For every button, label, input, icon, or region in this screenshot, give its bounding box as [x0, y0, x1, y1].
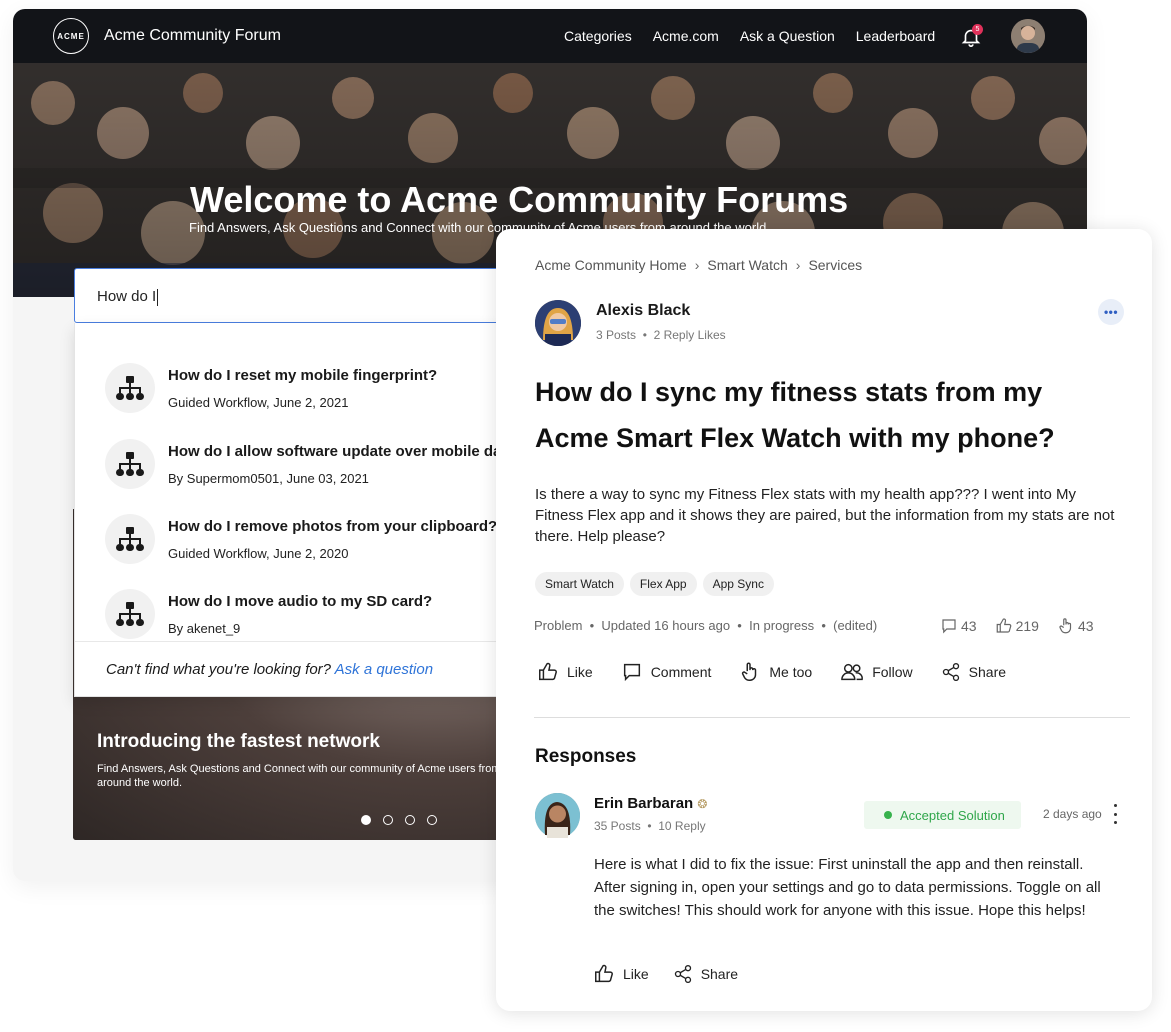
carousel-dot-4[interactable] — [427, 815, 437, 825]
comment-icon — [623, 663, 640, 682]
question-title: How do I sync my fitness stats from my A… — [535, 377, 1055, 453]
post-actions: Like Comment Me too Follow Share — [537, 661, 1034, 683]
suggestion-subtitle: Guided Workflow, June 2, 2020 — [168, 546, 349, 561]
hand-pointer-icon — [742, 662, 757, 681]
carousel-dot-1[interactable] — [361, 815, 371, 825]
responder-meta: 35 Posts • 10 Reply — [594, 819, 706, 833]
nav-categories[interactable]: Categories — [564, 28, 632, 44]
user-avatar[interactable] — [1011, 19, 1045, 53]
hero-title: Welcome to Acme Community Forums — [190, 179, 849, 220]
carousel-dot-2[interactable] — [383, 815, 393, 825]
post-status-meta: Problem • Updated 16 hours ago • In prog… — [534, 618, 878, 633]
workflow-hierarchy-icon — [105, 589, 155, 639]
tag-flex-app[interactable]: Flex App — [629, 572, 697, 596]
author-meta: 3 Posts • 2 Reply Likes — [596, 328, 726, 342]
response-actions: Like Share — [593, 963, 762, 985]
responses-heading: Responses — [535, 746, 637, 767]
chevron-right-icon: › — [694, 257, 700, 273]
text-caret — [157, 288, 159, 306]
post-status: In progress — [749, 618, 815, 633]
response-body: Here is what I did to fix the issue: Fir… — [594, 856, 1101, 919]
post-stats: 43 219 43 — [940, 617, 1094, 635]
suggestion-title: How do I allow software update over mobi… — [168, 443, 524, 460]
notification-badge: 5 — [972, 24, 983, 35]
hand-pointer-icon — [1059, 618, 1072, 634]
workflow-hierarchy-icon — [105, 439, 155, 489]
top-navigation-bar: ACME Acme Community Forum Categories Acm… — [13, 9, 1087, 63]
carousel-dot-3[interactable] — [405, 815, 415, 825]
like-count: 219 — [995, 617, 1039, 635]
response-share-button[interactable]: Share — [673, 963, 738, 985]
suggestion-subtitle: Guided Workflow, June 2, 2021 — [168, 395, 349, 410]
me-too-button[interactable]: Me too — [739, 661, 812, 683]
tag-smart-watch[interactable]: Smart Watch — [535, 572, 624, 596]
share-icon — [942, 663, 959, 681]
breadcrumb: Acme Community Home › Smart Watch › Serv… — [535, 257, 862, 273]
tag-list: Smart Watch Flex App App Sync — [535, 572, 774, 596]
ask-question-link[interactable]: Ask a question — [335, 661, 433, 678]
more-options-icon[interactable]: ••• — [1098, 299, 1124, 325]
author-name[interactable]: Alexis Black — [596, 302, 690, 320]
response-like-button[interactable]: Like — [593, 963, 649, 985]
workflow-hierarchy-icon — [105, 514, 155, 564]
author-avatar[interactable] — [535, 300, 581, 346]
main-nav: Categories Acme.com Ask a Question Leade… — [564, 28, 956, 44]
share-icon — [674, 965, 691, 983]
response-timestamp: 2 days ago — [1043, 807, 1102, 821]
responder-avatar[interactable] — [535, 793, 580, 838]
carousel-title: Introducing the fastest network — [97, 731, 380, 752]
nav-ask-question[interactable]: Ask a Question — [740, 28, 835, 44]
carousel-dots — [361, 815, 437, 825]
accepted-dot-icon — [884, 811, 892, 819]
tag-app-sync[interactable]: App Sync — [702, 572, 774, 596]
thumbs-up-icon — [595, 964, 613, 983]
carousel-subtitle: Find Answers, Ask Questions and Connect … — [97, 763, 501, 789]
post-type: Problem — [534, 618, 583, 633]
rank-badge-icon: ❂ — [697, 797, 708, 811]
suggestion-subtitle: By akenet_9 — [168, 621, 241, 636]
acme-logo[interactable]: ACME — [53, 18, 89, 54]
breadcrumb-services[interactable]: Services — [808, 257, 862, 273]
responder-name[interactable]: Erin Barbaran ❂ — [594, 795, 707, 812]
question-detail-card: Acme Community Home › Smart Watch › Serv… — [496, 229, 1152, 1011]
nav-acme-com[interactable]: Acme.com — [653, 28, 719, 44]
search-query[interactable]: How do I — [97, 288, 159, 306]
follow-button[interactable]: Follow — [840, 661, 913, 683]
suggestion-title: How do I reset my mobile fingerprint? — [168, 367, 438, 384]
cant-find-text: Can't find what you're looking for? — [106, 661, 332, 678]
like-button[interactable]: Like — [537, 661, 593, 683]
me-too-count: 43 — [1057, 617, 1094, 635]
accepted-solution-badge: Accepted Solution — [864, 801, 1021, 829]
comment-icon — [942, 619, 956, 634]
breadcrumb-home[interactable]: Acme Community Home — [535, 257, 687, 273]
workflow-hierarchy-icon — [105, 363, 155, 413]
suggestion-title: How do I move audio to my SD card? — [168, 593, 433, 610]
site-title[interactable]: Acme Community Forum — [104, 27, 281, 45]
suggestion-title: How do I remove photos from your clipboa… — [168, 518, 498, 535]
comment-button[interactable]: Comment — [621, 661, 711, 683]
nav-leaderboard[interactable]: Leaderboard — [856, 28, 935, 44]
users-icon — [841, 663, 864, 681]
response-options-icon[interactable] — [1110, 804, 1120, 824]
post-edited: (edited) — [833, 618, 878, 633]
comment-count: 43 — [940, 617, 977, 635]
section-divider — [534, 717, 1130, 718]
question-body: Is there a way to sync my Fitness Flex s… — [535, 486, 1115, 545]
post-updated: Updated 16 hours ago — [601, 618, 731, 633]
chevron-right-icon: › — [795, 257, 801, 273]
suggestion-subtitle: By Supermom0501, June 03, 2021 — [168, 471, 369, 486]
share-button[interactable]: Share — [941, 661, 1006, 683]
thumbs-up-icon — [996, 618, 1011, 633]
thumbs-up-icon — [539, 662, 557, 681]
breadcrumb-smart-watch[interactable]: Smart Watch — [707, 257, 787, 273]
